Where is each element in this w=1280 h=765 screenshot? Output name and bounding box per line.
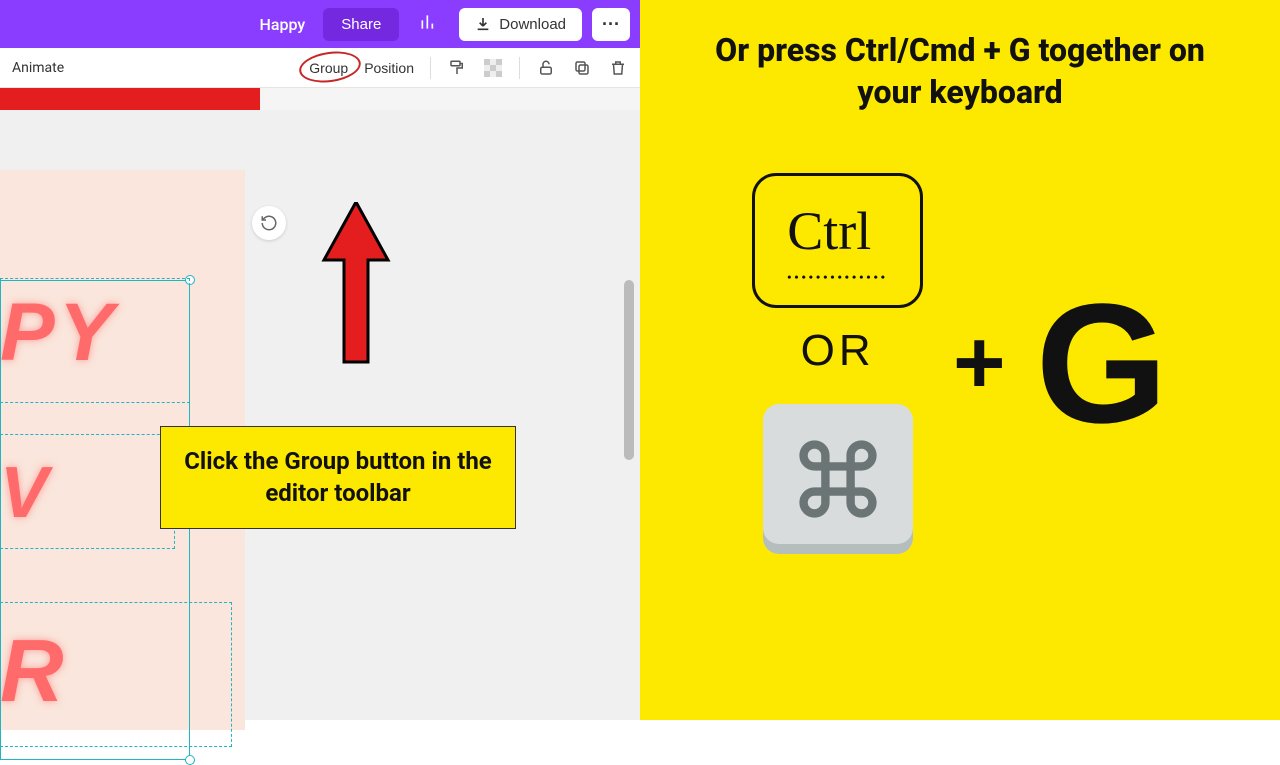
position-button[interactable]: Position — [364, 60, 414, 76]
lock-icon[interactable] — [536, 58, 556, 78]
or-label: OR — [801, 326, 875, 376]
scrollbar[interactable] — [624, 110, 634, 650]
scrollbar-thumb[interactable] — [624, 280, 634, 460]
analytics-icon[interactable] — [409, 6, 449, 42]
ctrl-dots: •••••••••••••• — [787, 270, 888, 285]
divider — [519, 57, 520, 79]
paint-roller-icon[interactable] — [447, 58, 467, 78]
rotate-icon[interactable] — [252, 206, 286, 240]
annotation-arrow-icon — [316, 202, 396, 402]
ctrl-key-label: Ctrl — [787, 200, 888, 262]
duplicate-icon[interactable] — [572, 58, 592, 78]
animate-button[interactable]: Animate — [12, 60, 64, 76]
app-header: Happy Share Download ··· — [0, 0, 640, 48]
element-selection — [0, 602, 232, 747]
instruction-heading: Or press Ctrl/Cmd + G together on your k… — [660, 30, 1260, 113]
transparency-icon[interactable] — [483, 58, 503, 78]
editor-toolbar: Animate Group Position — [0, 48, 640, 88]
annotation-callout: Click the Group button in the editor too… — [160, 426, 516, 529]
element-selection — [0, 278, 190, 403]
download-label: Download — [499, 16, 566, 33]
more-button[interactable]: ··· — [592, 8, 630, 41]
trash-icon[interactable] — [608, 58, 628, 78]
download-button[interactable]: Download — [459, 8, 582, 41]
instruction-panel: Or press Ctrl/Cmd + G together on your k… — [640, 0, 1280, 720]
canvas-area[interactable]: PY V R Click the Group button in the edi… — [0, 110, 640, 720]
red-strip — [0, 88, 260, 110]
project-name: Happy — [260, 15, 306, 34]
resize-handle[interactable] — [185, 755, 195, 765]
cmd-key-icon — [763, 404, 913, 554]
g-key-label: G — [1036, 279, 1168, 449]
share-button[interactable]: Share — [323, 8, 399, 41]
divider — [430, 57, 431, 79]
element-selection — [0, 434, 175, 549]
group-button[interactable]: Group — [309, 60, 348, 76]
plus-icon: + — [953, 312, 1006, 415]
ctrl-key-icon: Ctrl •••••••••••••• — [752, 173, 923, 308]
